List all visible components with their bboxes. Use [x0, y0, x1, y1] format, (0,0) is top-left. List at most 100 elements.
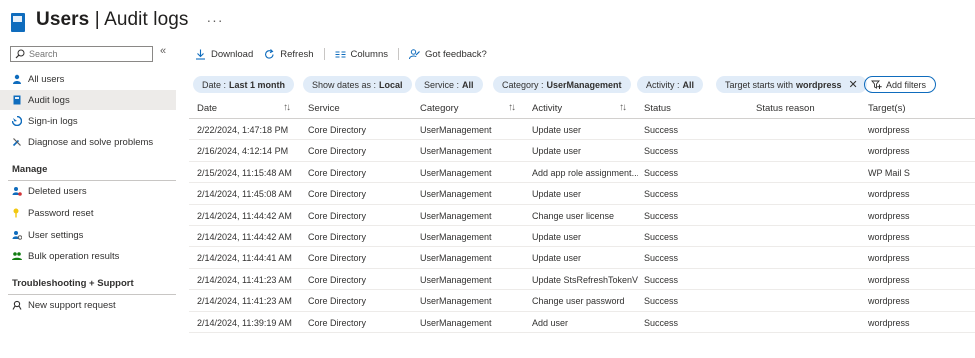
table-row[interactable]: 2/14/2024, 11:39:19 AM Core Directory User…: [189, 312, 975, 333]
sidebar-item-password-reset[interactable]: Password reset: [0, 203, 176, 223]
page-header: Users | Audit logs ···: [10, 4, 224, 36]
table-row[interactable]: 2/14/2024, 11:44:42 AM Core Directory User…: [189, 205, 975, 226]
column-header-status[interactable]: Status: [644, 103, 671, 114]
cell-category: UserManagement: [420, 274, 492, 285]
sidebar-item-label: Password reset: [28, 207, 94, 219]
cell-targets: wordpress: [868, 253, 910, 264]
sort-icon[interactable]: ↑↓: [619, 102, 627, 113]
cell-category: UserManagement: [420, 125, 492, 135]
more-options-button[interactable]: ···: [207, 12, 224, 28]
columns-icon: [335, 51, 346, 57]
filter-pill-show-dates[interactable]: Show dates as : Local: [303, 76, 412, 93]
support-icon: [12, 300, 22, 310]
sidebar-item-deleted-users[interactable]: Deleted users: [0, 181, 176, 201]
book-icon: [12, 95, 22, 105]
column-header-status-reason[interactable]: Status reason: [756, 103, 815, 114]
sidebar-item-user-settings[interactable]: User settings: [0, 225, 176, 245]
feedback-button[interactable]: Got feedback?: [409, 49, 487, 60]
sidebar-item-diagnose[interactable]: Diagnose and solve problems: [0, 132, 176, 152]
sort-icon[interactable]: ↑↓: [508, 102, 516, 113]
column-header-targets[interactable]: Target(s): [868, 103, 905, 114]
search-box[interactable]: [10, 46, 153, 62]
cell-status: Success: [644, 189, 679, 200]
table-row[interactable]: 2/14/2024, 11:45:08 AM Core Directory User…: [189, 183, 975, 205]
sidebar-item-audit-logs[interactable]: Audit logs: [0, 90, 176, 110]
cell-service: Core Directory: [308, 231, 367, 242]
cell-activity: Update StsRefreshTokenV...: [532, 274, 638, 285]
cell-date: 2/14/2024, 11:41:23 AM: [197, 296, 292, 307]
columns-button[interactable]: Columns: [335, 49, 388, 60]
cell-category: UserManagement: [420, 210, 492, 221]
sidebar-item-bulk-operation[interactable]: Bulk operation results: [0, 246, 176, 266]
filter-pill-target[interactable]: Target starts with wordpress ✕: [716, 76, 867, 93]
audit-logs-icon: [10, 13, 26, 33]
filter-pill-date[interactable]: Date : Last 1 month: [193, 76, 295, 93]
cell-date: 2/14/2024, 11:41:23 AM: [197, 274, 292, 285]
cell-category: UserManagement: [420, 253, 492, 264]
cell-status: Success: [644, 296, 679, 307]
add-filters-button[interactable]: Add filters: [864, 76, 937, 93]
refresh-icon: [265, 48, 274, 59]
remove-filter-icon[interactable]: ✕: [849, 78, 858, 91]
cell-targets: wordpress: [868, 317, 910, 328]
cell-targets: wordpress: [868, 296, 910, 307]
sidebar-item-label: All users: [28, 73, 65, 85]
toolbar-divider: [398, 48, 400, 60]
collapse-sidebar-button[interactable]: «: [160, 45, 166, 57]
cell-service: Core Directory: [308, 210, 367, 221]
search-input[interactable]: [29, 49, 139, 59]
column-header-category[interactable]: Category: [420, 103, 459, 114]
cell-targets: wordpress: [868, 210, 910, 221]
download-icon: [196, 49, 205, 60]
cell-activity: Change user password: [532, 296, 625, 307]
cell-date: 2/22/2024, 1:47:18 PM: [197, 125, 289, 135]
cell-targets: wordpress: [868, 125, 910, 135]
table-row[interactable]: 2/14/2024, 11:44:42 AM Core Directory User…: [189, 226, 975, 248]
cell-targets: wordpress: [868, 189, 910, 200]
sidebar-item-label: Sign-in logs: [28, 115, 78, 127]
cell-service: Core Directory: [308, 189, 367, 200]
cell-service: Core Directory: [308, 296, 367, 307]
table-row[interactable]: 2/14/2024, 11:41:23 AM Core Directory User…: [189, 269, 975, 291]
sort-icon[interactable]: ↑↓: [283, 102, 291, 113]
add-filter-icon: [871, 80, 882, 89]
cell-category: UserManagement: [420, 296, 492, 307]
filter-pill-activity[interactable]: Activity : All: [637, 76, 704, 93]
table-row[interactable]: 2/14/2024, 11:41:23 AM Core Directory User…: [189, 290, 975, 312]
cell-category: UserManagement: [420, 167, 492, 178]
cell-status: Success: [644, 210, 679, 221]
column-header-date[interactable]: Date: [197, 103, 217, 114]
table-row[interactable]: 2/15/2024, 11:15:48 AM Core Directory User…: [189, 162, 975, 184]
table-row[interactable]: 2/14/2024, 11:44:41 AM Core Directory User…: [189, 247, 975, 269]
sidebar-item-all-users[interactable]: All users: [0, 69, 176, 89]
search-icon: [15, 49, 25, 59]
refresh-button[interactable]: Refresh: [264, 48, 314, 60]
cell-category: UserManagement: [420, 317, 492, 328]
key-icon: [12, 208, 22, 218]
column-header-activity[interactable]: Activity: [532, 103, 562, 114]
cell-activity: Update user: [532, 146, 582, 157]
sidebar: « All users Audit logs Sign-in logs Diag…: [0, 40, 176, 358]
cell-status: Success: [644, 146, 679, 157]
table-row[interactable]: 2/22/2024, 1:47:18 PM Core Directory UserM…: [189, 119, 975, 141]
cell-activity: Update user: [532, 189, 582, 200]
filter-pill-category[interactable]: Category : UserManagement: [493, 76, 631, 93]
sidebar-item-label: Bulk operation results: [28, 250, 120, 262]
wrench-icon: [12, 137, 22, 147]
sidebar-item-sign-in-logs[interactable]: Sign-in logs: [0, 111, 176, 131]
cell-activity: Add user: [532, 317, 569, 328]
column-header-service[interactable]: Service: [308, 103, 340, 114]
cell-date: 2/16/2024, 4:12:14 PM: [197, 146, 289, 157]
sign-in-icon: [12, 116, 22, 126]
settings-icon: [12, 230, 22, 240]
sidebar-item-new-support-request[interactable]: New support request: [0, 295, 176, 315]
manage-section-title: Manage: [12, 164, 48, 175]
cell-date: 2/14/2024, 11:45:08 AM: [197, 189, 292, 200]
cell-service: Core Directory: [308, 167, 367, 178]
table-row[interactable]: 2/16/2024, 4:12:14 PM Core Directory UserM…: [189, 140, 975, 162]
filter-pill-service[interactable]: Service : All: [415, 76, 483, 93]
download-button[interactable]: Download: [195, 49, 253, 60]
cell-targets: wordpress: [868, 231, 910, 242]
sidebar-item-label: Diagnose and solve problems: [28, 136, 154, 148]
refresh-label: Refresh: [280, 48, 314, 60]
